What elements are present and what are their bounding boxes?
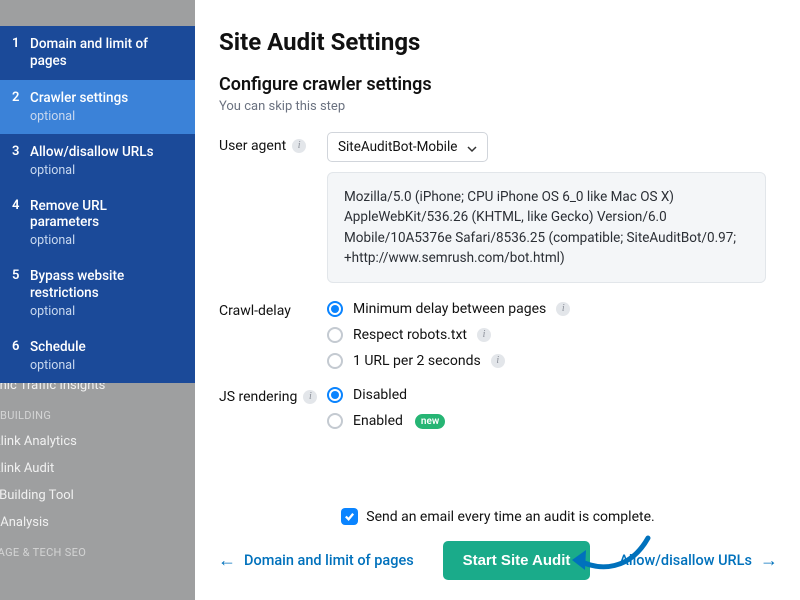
radio-label: Enabled <box>353 413 403 429</box>
info-icon[interactable]: i <box>292 139 306 153</box>
radio-icon <box>327 327 343 343</box>
step-bypass-restrictions[interactable]: 5 Bypass website restrictions optional <box>0 258 195 329</box>
bg-nav-header: LINK BUILDING <box>0 399 195 428</box>
bg-nav-item: Bulk Analysis <box>0 509 195 536</box>
step-optional: optional <box>30 304 179 319</box>
js-rendering-label-text: JS rendering <box>219 389 297 405</box>
step-optional: optional <box>30 109 179 124</box>
crawl-delay-option-robots[interactable]: Respect robots.txt i <box>327 327 570 343</box>
user-agent-select[interactable]: SiteAuditBot-Mobile <box>327 132 488 162</box>
js-rendering-label: JS rendering i <box>219 383 327 405</box>
prev-step-link[interactable]: ← Domain and limit of pages <box>218 552 414 570</box>
radio-label: Minimum delay between pages <box>353 301 546 317</box>
bg-nav-item: Backlink Audit <box>0 455 195 482</box>
step-optional: optional <box>30 233 179 248</box>
check-icon <box>344 511 355 522</box>
js-rendering-row: JS rendering i Disabled Enabled new <box>219 383 766 429</box>
user-agent-selected-value: SiteAuditBot-Mobile <box>338 139 457 155</box>
user-agent-label: User agent i <box>219 132 327 154</box>
info-icon[interactable]: i <box>303 390 317 404</box>
page-title: Site Audit Settings <box>219 28 766 56</box>
start-audit-button[interactable]: Start Site Audit <box>443 541 591 580</box>
step-label: Schedule <box>30 339 179 356</box>
chevron-down-icon <box>467 142 477 152</box>
step-label: Allow/disallow URLs <box>30 144 179 161</box>
footer: Send an email every time an audit is com… <box>218 508 778 580</box>
radio-icon <box>327 353 343 369</box>
wizard-steps: 1 Domain and limit of pages 2 Crawler se… <box>0 26 195 383</box>
step-label: Bypass website restrictions <box>30 268 179 302</box>
crawl-delay-option-1url2s[interactable]: 1 URL per 2 seconds i <box>327 353 570 369</box>
step-optional: optional <box>30 163 179 178</box>
email-checkbox[interactable] <box>341 508 358 525</box>
bg-nav-group: Organic Traffic Insights LINK BUILDING B… <box>0 372 195 565</box>
user-agent-string-box: Mozilla/5.0 (iPhone; CPU iPhone OS 6_0 l… <box>327 172 766 283</box>
step-optional: optional <box>30 358 179 373</box>
step-label: Remove URL parameters <box>30 198 179 232</box>
step-remove-params[interactable]: 4 Remove URL parameters optional <box>0 188 195 259</box>
crawl-delay-row: Crawl-delay Minimum delay between pages … <box>219 297 766 369</box>
user-agent-label-text: User agent <box>219 138 286 154</box>
step-domain-limit[interactable]: 1 Domain and limit of pages <box>0 26 195 80</box>
radio-icon <box>327 387 343 403</box>
step-number: 3 <box>12 144 30 159</box>
step-label: Domain and limit of pages <box>30 36 179 70</box>
step-schedule[interactable]: 6 Schedule optional <box>0 329 195 383</box>
bg-nav-item: Link Building Tool <box>0 482 195 509</box>
next-link-text: Allow/disallow URLs <box>619 552 752 569</box>
new-badge: new <box>415 414 445 429</box>
section-subtitle: Configure crawler settings <box>219 74 766 95</box>
step-number: 4 <box>12 198 30 213</box>
user-agent-row: User agent i SiteAuditBot-Mobile Mozilla… <box>219 132 766 283</box>
radio-icon <box>327 301 343 317</box>
radio-label: Respect robots.txt <box>353 327 467 343</box>
step-number: 2 <box>12 90 30 105</box>
step-allow-disallow[interactable]: 3 Allow/disallow URLs optional <box>0 134 195 188</box>
bg-nav-header: ON PAGE & TECH SEO <box>0 536 195 565</box>
crawl-delay-label: Crawl-delay <box>219 297 327 319</box>
arrow-right-icon: → <box>760 552 778 570</box>
step-number: 1 <box>12 36 30 51</box>
crawl-delay-option-min[interactable]: Minimum delay between pages i <box>327 301 570 317</box>
skip-note: You can skip this step <box>219 99 766 114</box>
step-number: 6 <box>12 339 30 354</box>
prev-link-text: Domain and limit of pages <box>244 552 414 569</box>
step-number: 5 <box>12 268 30 283</box>
next-step-link[interactable]: Allow/disallow URLs → <box>619 552 778 570</box>
email-checkbox-label: Send an email every time an audit is com… <box>366 509 654 525</box>
step-crawler-settings[interactable]: 2 Crawler settings optional <box>0 80 195 134</box>
js-rendering-disabled[interactable]: Disabled <box>327 387 445 403</box>
info-icon[interactable]: i <box>491 354 505 368</box>
info-icon[interactable]: i <box>477 328 491 342</box>
bg-nav-item: Backlink Analytics <box>0 428 195 455</box>
info-icon[interactable]: i <box>556 302 570 316</box>
radio-icon <box>327 413 343 429</box>
js-rendering-enabled[interactable]: Enabled new <box>327 413 445 429</box>
email-notify-row: Send an email every time an audit is com… <box>218 508 778 525</box>
radio-label: Disabled <box>353 387 407 403</box>
step-label: Crawler settings <box>30 90 179 107</box>
arrow-left-icon: ← <box>218 552 236 570</box>
radio-label: 1 URL per 2 seconds <box>353 353 481 369</box>
